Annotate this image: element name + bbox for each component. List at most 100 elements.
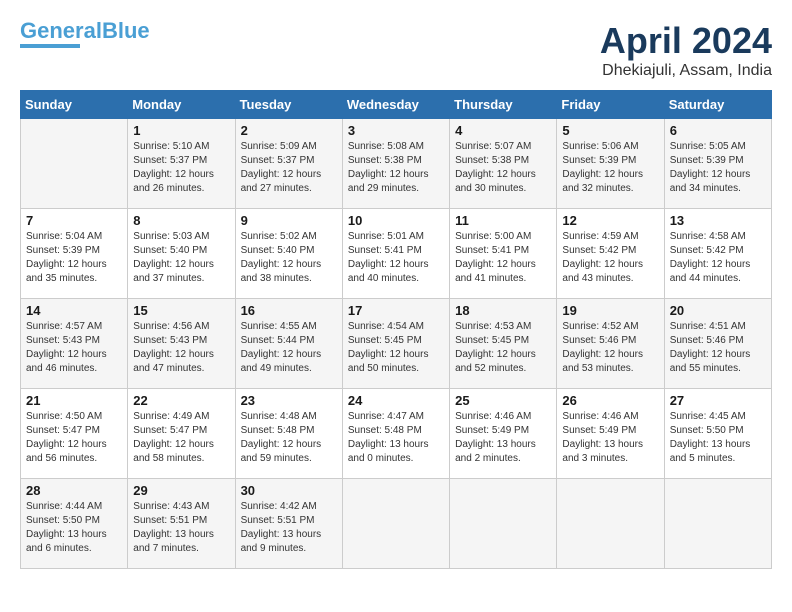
month-title: April 2024: [600, 20, 772, 62]
day-number: 4: [455, 123, 551, 138]
calendar-cell: 27 Sunrise: 4:45 AMSunset: 5:50 PMDayligh…: [664, 389, 771, 479]
day-number: 8: [133, 213, 229, 228]
day-info: Sunrise: 4:46 AMSunset: 5:49 PMDaylight:…: [455, 410, 551, 466]
calendar-cell: [450, 479, 557, 569]
page-header: GeneralBlue April 2024 Dhekiajuli, Assam…: [20, 20, 772, 80]
weekday-header-tuesday: Tuesday: [235, 91, 342, 119]
location: Dhekiajuli, Assam, India: [600, 62, 772, 80]
calendar-cell: [21, 119, 128, 209]
calendar-cell: 20Sunrise: 4:51 AMSunset: 5:46 PMDayligh…: [664, 299, 771, 389]
day-number: 9: [241, 213, 337, 228]
day-info: Sunrise: 4:47 AMSunset: 5:48 PMDaylight:…: [348, 410, 444, 466]
day-number: 27: [670, 393, 766, 408]
calendar-week-row: 14 Sunrise: 4:57 AMSunset: 5:43 PMDayligh…: [21, 299, 772, 389]
day-number: 22: [133, 393, 229, 408]
day-info: Sunrise: 5:08 AMSunset: 5:38 PMDaylight:…: [348, 140, 444, 196]
calendar-cell: 17 Sunrise: 4:54 AMSunset: 5:45 PMDayligh…: [342, 299, 449, 389]
day-info: Sunrise: 5:07 AMSunset: 5:38 PMDaylight:…: [455, 140, 551, 196]
calendar-cell: 18Sunrise: 4:53 AMSunset: 5:45 PMDayligh…: [450, 299, 557, 389]
calendar-cell: 1Sunrise: 5:10 AMSunset: 5:37 PMDaylight…: [128, 119, 235, 209]
logo-blue: Blue: [102, 18, 150, 43]
calendar-week-row: 1Sunrise: 5:10 AMSunset: 5:37 PMDaylight…: [21, 119, 772, 209]
day-info: Sunrise: 5:06 AMSunset: 5:39 PMDaylight:…: [562, 140, 658, 196]
title-area: April 2024 Dhekiajuli, Assam, India: [600, 20, 772, 80]
calendar-cell: 3 Sunrise: 5:08 AMSunset: 5:38 PMDaylight…: [342, 119, 449, 209]
calendar-table: SundayMondayTuesdayWednesdayThursdayFrid…: [20, 90, 772, 569]
weekday-header-sunday: Sunday: [21, 91, 128, 119]
day-number: 2: [241, 123, 337, 138]
calendar-cell: 28 Sunrise: 4:44 AMSunset: 5:50 PMDayligh…: [21, 479, 128, 569]
day-info: Sunrise: 4:50 AMSunset: 5:47 PMDaylight:…: [26, 410, 122, 466]
day-number: 11: [455, 213, 551, 228]
day-info: Sunrise: 5:04 AMSunset: 5:39 PMDaylight:…: [26, 230, 122, 286]
calendar-cell: 8 Sunrise: 5:03 AMSunset: 5:40 PMDaylight…: [128, 209, 235, 299]
day-info: Sunrise: 5:10 AMSunset: 5:37 PMDaylight:…: [133, 140, 229, 196]
day-number: 7: [26, 213, 122, 228]
day-info: Sunrise: 4:58 AMSunset: 5:42 PMDaylight:…: [670, 230, 766, 286]
day-number: 28: [26, 483, 122, 498]
calendar-cell: 16 Sunrise: 4:55 AMSunset: 5:44 PMDayligh…: [235, 299, 342, 389]
calendar-cell: 9 Sunrise: 5:02 AMSunset: 5:40 PMDaylight…: [235, 209, 342, 299]
day-info: Sunrise: 5:03 AMSunset: 5:40 PMDaylight:…: [133, 230, 229, 286]
weekday-header-saturday: Saturday: [664, 91, 771, 119]
calendar-cell: 5 Sunrise: 5:06 AMSunset: 5:39 PMDaylight…: [557, 119, 664, 209]
day-info: Sunrise: 4:46 AMSunset: 5:49 PMDaylight:…: [562, 410, 658, 466]
logo: GeneralBlue: [20, 20, 150, 48]
day-info: Sunrise: 5:01 AMSunset: 5:41 PMDaylight:…: [348, 230, 444, 286]
calendar-cell: 4 Sunrise: 5:07 AMSunset: 5:38 PMDaylight…: [450, 119, 557, 209]
day-number: 3: [348, 123, 444, 138]
day-number: 14: [26, 303, 122, 318]
day-info: Sunrise: 4:49 AMSunset: 5:47 PMDaylight:…: [133, 410, 229, 466]
day-info: Sunrise: 4:57 AMSunset: 5:43 PMDaylight:…: [26, 320, 122, 376]
calendar-cell: 7 Sunrise: 5:04 AMSunset: 5:39 PMDaylight…: [21, 209, 128, 299]
day-info: Sunrise: 4:44 AMSunset: 5:50 PMDaylight:…: [26, 500, 122, 556]
calendar-cell: 13 Sunrise: 4:58 AMSunset: 5:42 PMDayligh…: [664, 209, 771, 299]
calendar-cell: 24 Sunrise: 4:47 AMSunset: 5:48 PMDayligh…: [342, 389, 449, 479]
day-number: 6: [670, 123, 766, 138]
calendar-cell: 14 Sunrise: 4:57 AMSunset: 5:43 PMDayligh…: [21, 299, 128, 389]
calendar-cell: [557, 479, 664, 569]
day-number: 30: [241, 483, 337, 498]
day-info: Sunrise: 4:42 AMSunset: 5:51 PMDaylight:…: [241, 500, 337, 556]
day-number: 17: [348, 303, 444, 318]
day-info: Sunrise: 4:56 AMSunset: 5:43 PMDaylight:…: [133, 320, 229, 376]
calendar-week-row: 28 Sunrise: 4:44 AMSunset: 5:50 PMDayligh…: [21, 479, 772, 569]
calendar-cell: 11 Sunrise: 5:00 AMSunset: 5:41 PMDayligh…: [450, 209, 557, 299]
calendar-cell: 6 Sunrise: 5:05 AMSunset: 5:39 PMDaylight…: [664, 119, 771, 209]
calendar-cell: 2 Sunrise: 5:09 AMSunset: 5:37 PMDaylight…: [235, 119, 342, 209]
day-info: Sunrise: 5:00 AMSunset: 5:41 PMDaylight:…: [455, 230, 551, 286]
calendar-cell: 23 Sunrise: 4:48 AMSunset: 5:48 PMDayligh…: [235, 389, 342, 479]
day-info: Sunrise: 4:59 AMSunset: 5:42 PMDaylight:…: [562, 230, 658, 286]
day-info: Sunrise: 4:48 AMSunset: 5:48 PMDaylight:…: [241, 410, 337, 466]
day-number: 15: [133, 303, 229, 318]
day-number: 5: [562, 123, 658, 138]
day-number: 16: [241, 303, 337, 318]
day-info: Sunrise: 4:52 AMSunset: 5:46 PMDaylight:…: [562, 320, 658, 376]
calendar-cell: 21Sunrise: 4:50 AMSunset: 5:47 PMDayligh…: [21, 389, 128, 479]
calendar-cell: 15 Sunrise: 4:56 AMSunset: 5:43 PMDayligh…: [128, 299, 235, 389]
day-info: Sunrise: 4:51 AMSunset: 5:46 PMDaylight:…: [670, 320, 766, 376]
day-info: Sunrise: 5:09 AMSunset: 5:37 PMDaylight:…: [241, 140, 337, 196]
calendar-week-row: 7 Sunrise: 5:04 AMSunset: 5:39 PMDaylight…: [21, 209, 772, 299]
day-number: 10: [348, 213, 444, 228]
day-info: Sunrise: 4:55 AMSunset: 5:44 PMDaylight:…: [241, 320, 337, 376]
day-info: Sunrise: 5:05 AMSunset: 5:39 PMDaylight:…: [670, 140, 766, 196]
day-number: 12: [562, 213, 658, 228]
day-number: 13: [670, 213, 766, 228]
calendar-cell: 26Sunrise: 4:46 AMSunset: 5:49 PMDayligh…: [557, 389, 664, 479]
calendar-cell: 25 Sunrise: 4:46 AMSunset: 5:49 PMDayligh…: [450, 389, 557, 479]
calendar-week-row: 21Sunrise: 4:50 AMSunset: 5:47 PMDayligh…: [21, 389, 772, 479]
day-info: Sunrise: 4:45 AMSunset: 5:50 PMDaylight:…: [670, 410, 766, 466]
day-number: 25: [455, 393, 551, 408]
day-number: 23: [241, 393, 337, 408]
day-info: Sunrise: 5:02 AMSunset: 5:40 PMDaylight:…: [241, 230, 337, 286]
day-info: Sunrise: 4:43 AMSunset: 5:51 PMDaylight:…: [133, 500, 229, 556]
weekday-header-wednesday: Wednesday: [342, 91, 449, 119]
day-info: Sunrise: 4:54 AMSunset: 5:45 PMDaylight:…: [348, 320, 444, 376]
weekday-header-thursday: Thursday: [450, 91, 557, 119]
day-number: 24: [348, 393, 444, 408]
day-number: 18: [455, 303, 551, 318]
calendar-cell: 19 Sunrise: 4:52 AMSunset: 5:46 PMDayligh…: [557, 299, 664, 389]
day-number: 19: [562, 303, 658, 318]
calendar-cell: 12 Sunrise: 4:59 AMSunset: 5:42 PMDayligh…: [557, 209, 664, 299]
